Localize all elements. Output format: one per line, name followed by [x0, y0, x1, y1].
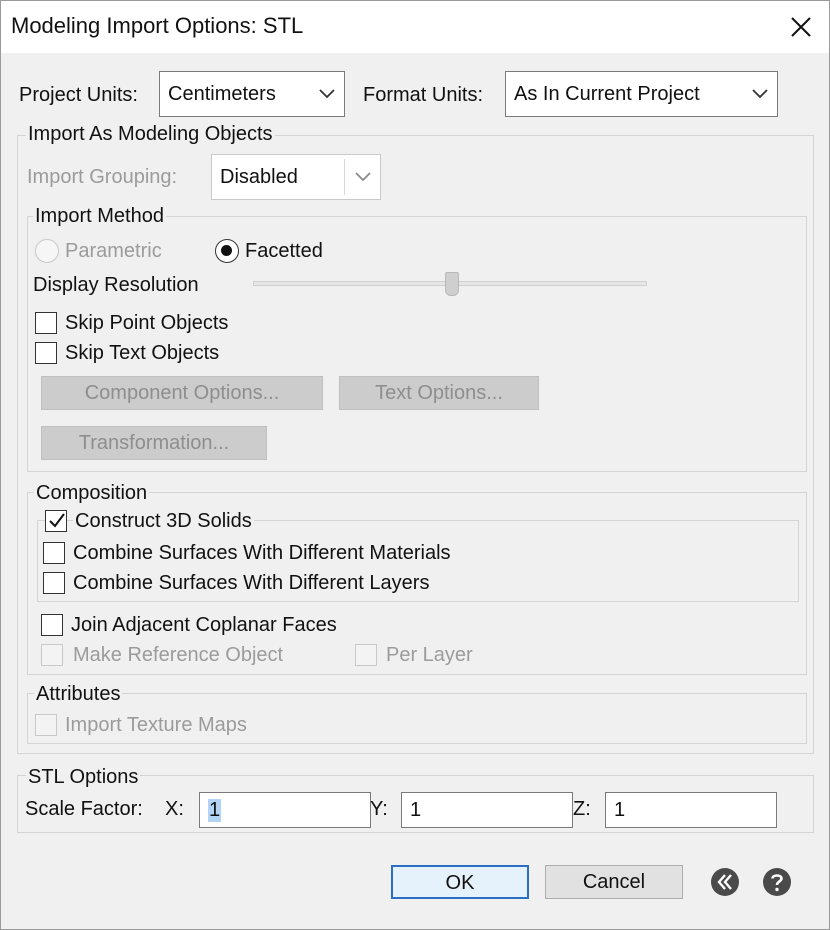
- skip-text-objects-checkbox[interactable]: [35, 342, 57, 364]
- import-grouping-select[interactable]: Disabled: [211, 154, 381, 200]
- import-grouping-label: Import Grouping:: [27, 166, 178, 188]
- scale-z-input[interactable]: 1: [605, 792, 777, 828]
- per-layer-label: Per Layer: [386, 644, 473, 666]
- project-units-value: Centimeters: [168, 83, 276, 105]
- facetted-label: Facetted: [245, 240, 323, 262]
- make-reference-checkbox[interactable]: [41, 644, 63, 666]
- close-button[interactable]: [779, 7, 823, 47]
- parametric-radio[interactable]: [35, 239, 59, 263]
- cancel-button[interactable]: Cancel: [545, 865, 683, 899]
- composition-group-title: Composition: [34, 482, 150, 505]
- join-coplanar-label: Join Adjacent Coplanar Faces: [71, 614, 337, 636]
- combine-layers-label: Combine Surfaces With Different Layers: [73, 572, 430, 594]
- make-reference-label: Make Reference Object: [73, 644, 284, 666]
- display-resolution-label: Display Resolution: [33, 274, 199, 296]
- scale-factor-label: Scale Factor:: [25, 798, 143, 820]
- construct-3d-solids-label: Construct 3D Solids: [73, 510, 254, 533]
- scale-z-value: 1: [614, 799, 626, 821]
- scale-z-label: Z:: [573, 798, 591, 820]
- ok-button[interactable]: OK: [391, 865, 529, 899]
- import-texture-maps-checkbox[interactable]: [35, 714, 57, 736]
- close-icon: [791, 17, 811, 37]
- import-grouping-value: Disabled: [220, 166, 298, 188]
- transformation-button[interactable]: Transformation...: [41, 426, 267, 460]
- component-options-button-label: Component Options...: [84, 382, 280, 404]
- display-resolution-slider-thumb[interactable]: [445, 272, 459, 296]
- construct-3d-solids-checkbox[interactable]: [45, 510, 67, 532]
- format-units-select[interactable]: As In Current Project: [505, 71, 778, 117]
- window-title: Modeling Import Options: STL: [11, 13, 304, 38]
- skip-point-objects-checkbox[interactable]: [35, 312, 57, 334]
- text-options-button[interactable]: Text Options...: [339, 376, 539, 410]
- radio-selected-dot: [221, 245, 232, 256]
- parametric-label: Parametric: [65, 240, 162, 262]
- import-options-dialog: Modeling Import Options: STL Project Uni…: [0, 0, 830, 930]
- text-options-button-label: Text Options...: [375, 382, 503, 404]
- scale-x-input[interactable]: 1: [199, 792, 371, 828]
- help-icon[interactable]: [762, 867, 792, 897]
- per-layer-checkbox[interactable]: [355, 644, 377, 666]
- chevron-down-icon: [319, 89, 335, 99]
- project-units-label: Project Units:: [19, 84, 138, 106]
- format-units-value: As In Current Project: [514, 83, 700, 105]
- combine-materials-label: Combine Surfaces With Different Material…: [73, 542, 451, 564]
- cancel-button-label: Cancel: [582, 871, 646, 893]
- import-method-group-title: Import Method: [33, 205, 166, 228]
- transformation-button-label: Transformation...: [78, 432, 230, 454]
- join-coplanar-checkbox[interactable]: [41, 614, 63, 636]
- combine-layers-checkbox[interactable]: [43, 572, 65, 594]
- scale-y-value: 1: [410, 799, 422, 821]
- combine-materials-checkbox[interactable]: [43, 542, 65, 564]
- chevron-down-icon: [752, 89, 768, 99]
- back-arrow-icon[interactable]: [710, 867, 740, 897]
- select-divider: [344, 159, 345, 195]
- title-bar: Modeling Import Options: STL: [1, 1, 829, 53]
- stl-options-group-title: STL Options: [26, 766, 141, 789]
- attributes-group-title: Attributes: [34, 683, 123, 706]
- import-texture-maps-label: Import Texture Maps: [65, 714, 247, 736]
- component-options-button[interactable]: Component Options...: [41, 376, 323, 410]
- chevron-down-icon: [355, 172, 371, 182]
- scale-y-input[interactable]: 1: [401, 792, 573, 828]
- format-units-label: Format Units:: [363, 84, 484, 106]
- skip-text-objects-label: Skip Text Objects: [65, 342, 220, 364]
- project-units-select[interactable]: Centimeters: [159, 71, 345, 117]
- import-as-group-title: Import As Modeling Objects: [26, 123, 275, 146]
- scale-x-value: 1: [208, 799, 222, 822]
- ok-button-label: OK: [445, 872, 475, 894]
- checkmark-icon: [49, 513, 65, 528]
- skip-point-objects-label: Skip Point Objects: [65, 312, 229, 334]
- scale-x-label: X:: [165, 798, 184, 820]
- facetted-radio[interactable]: [215, 239, 239, 263]
- scale-y-label: Y:: [370, 798, 388, 820]
